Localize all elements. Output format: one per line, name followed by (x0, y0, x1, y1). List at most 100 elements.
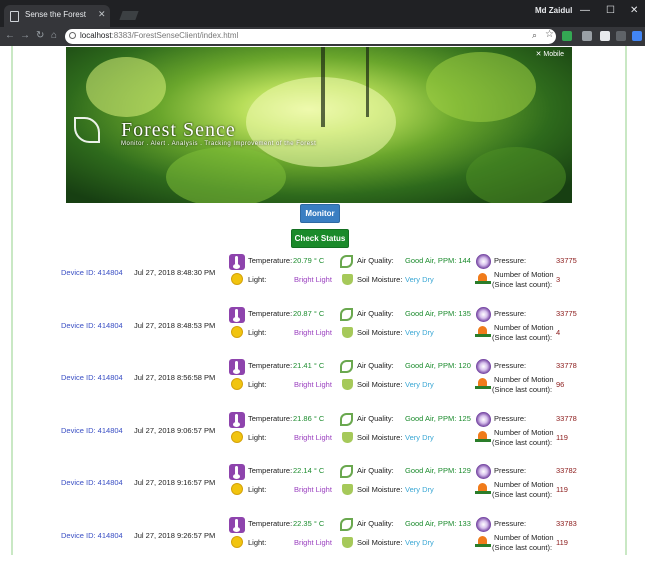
temperature-label: Temperature: (248, 466, 293, 475)
reading-row: Device ID: 414804 Jul 27, 2018 8:48:30 P… (0, 254, 645, 298)
reading-row: Device ID: 414804 Jul 27, 2018 9:16:57 P… (0, 464, 645, 508)
temperature-value: 20.87 ° C (293, 309, 325, 318)
address-bar[interactable]: localhost:8383/ForestSenseClient/index.h… (65, 29, 556, 44)
device-id-link[interactable]: Device ID: 414804 (61, 268, 123, 277)
light-label: Light: (248, 275, 267, 284)
soil-plant-icon (342, 432, 353, 443)
motion-icon (475, 431, 491, 443)
info-icon[interactable] (69, 32, 76, 39)
light-value: Bright Light (294, 328, 332, 337)
pressure-label: Pressure: (494, 256, 527, 265)
soil-moisture-label: Soil Moisture: (357, 328, 403, 337)
pressure-value: 33778 (556, 414, 577, 423)
pressure-value: 33778 (556, 361, 577, 370)
bookmark-star-icon[interactable]: ☆ (545, 29, 554, 40)
device-id-link[interactable]: Device ID: 414804 (61, 531, 123, 540)
motion-icon (475, 326, 491, 338)
thermometer-icon (229, 359, 245, 375)
close-window-icon[interactable]: ✕ (630, 5, 638, 16)
new-tab-button[interactable] (119, 11, 139, 20)
motion-label-line1: Number of Motion (494, 323, 554, 332)
browser-toolbar: ← → ↻ ⌂ localhost:8383/ForestSenseClient… (0, 27, 645, 46)
light-bulb-icon (231, 378, 243, 390)
forward-icon[interactable]: → (20, 30, 30, 41)
temperature-label: Temperature: (248, 414, 293, 423)
tab-close-icon[interactable]: ✕ (98, 9, 106, 20)
motion-label-line1: Number of Motion (494, 428, 554, 437)
search-icon[interactable]: ⌕ (532, 30, 537, 41)
motion-value: 3 (556, 275, 561, 284)
pressure-gauge-icon (476, 412, 491, 427)
pressure-value: 33782 (556, 466, 577, 475)
soil-moisture-value: Very Dry (405, 538, 434, 547)
leaf-icon (340, 518, 353, 531)
device-id-link[interactable]: Device ID: 414804 (61, 373, 123, 382)
device-id-link[interactable]: Device ID: 414804 (61, 478, 123, 487)
light-bulb-icon (231, 536, 243, 548)
light-value: Bright Light (294, 485, 332, 494)
reading-time: Jul 27, 2018 8:56:58 PM (134, 373, 216, 382)
pressure-gauge-icon (476, 254, 491, 269)
reading-row: Device ID: 414804 Jul 27, 2018 9:26:57 P… (0, 517, 645, 561)
air-quality-value: Good Air, PPM: 135 (405, 309, 471, 318)
soil-plant-icon (342, 379, 353, 390)
soil-moisture-label: Soil Moisture: (357, 275, 403, 284)
foliage (166, 147, 286, 203)
motion-label-line1: Number of Motion (494, 533, 554, 542)
device-id-link[interactable]: Device ID: 414804 (61, 426, 123, 435)
check-status-button[interactable]: Check Status (291, 229, 349, 248)
light-bulb-icon (231, 483, 243, 495)
motion-label-line2: (Since last count): (492, 280, 553, 289)
reading-time: Jul 27, 2018 8:48:30 PM (134, 268, 216, 277)
reload-icon[interactable]: ↻ (36, 30, 44, 41)
extension-icon[interactable] (616, 31, 626, 41)
motion-label-line2: (Since last count): (492, 385, 553, 394)
reading-time: Jul 27, 2018 8:48:53 PM (134, 321, 216, 330)
motion-label-line2: (Since last count): (492, 438, 553, 447)
air-quality-value: Good Air, PPM: 125 (405, 414, 471, 423)
leaf-logo-icon (74, 117, 100, 143)
tree-trunk (366, 47, 369, 117)
menu-icon[interactable] (632, 31, 642, 41)
home-icon[interactable]: ⌂ (51, 30, 57, 41)
device-id-link[interactable]: Device ID: 414804 (61, 321, 123, 330)
page-content: Forest Sence Monitor . Alert . Analysis … (0, 46, 645, 555)
air-quality-label: Air Quality: (357, 361, 394, 370)
motion-label-line1: Number of Motion (494, 270, 554, 279)
soil-moisture-label: Soil Moisture: (357, 380, 403, 389)
tab-title: Sense the Forest (25, 10, 86, 19)
motion-label-line1: Number of Motion (494, 375, 554, 384)
reading-row: Device ID: 414804 Jul 27, 2018 8:48:53 P… (0, 307, 645, 351)
air-quality-label: Air Quality: (357, 466, 394, 475)
pressure-value: 33783 (556, 519, 577, 528)
foliage (466, 147, 566, 203)
temperature-value: 20.79 ° C (293, 256, 325, 265)
profile-name[interactable]: Md Zaidul (535, 6, 572, 15)
minimize-icon[interactable]: — (580, 5, 590, 16)
thermometer-icon (229, 412, 245, 428)
leaf-icon (340, 360, 353, 373)
url-text[interactable]: localhost:8383/ForestSenseClient/index.h… (80, 31, 238, 40)
motion-value: 119 (556, 538, 568, 547)
temperature-value: 22.35 ° C (293, 519, 325, 528)
soil-moisture-value: Very Dry (405, 275, 434, 284)
reading-row: Device ID: 414804 Jul 27, 2018 9:06:57 P… (0, 412, 645, 456)
tree-trunk (321, 47, 325, 127)
soil-moisture-value: Very Dry (405, 485, 434, 494)
browser-titlebar: Sense the Forest ✕ Md Zaidul — ☐ ✕ (0, 0, 645, 27)
pressure-label: Pressure: (494, 309, 527, 318)
maximize-icon[interactable]: ☐ (606, 5, 615, 16)
extension-icon[interactable] (582, 31, 592, 41)
thermometer-icon (229, 254, 245, 270)
browser-tab[interactable]: Sense the Forest ✕ (4, 5, 110, 27)
temperature-label: Temperature: (248, 361, 293, 370)
back-icon[interactable]: ← (5, 30, 15, 41)
light-label: Light: (248, 433, 267, 442)
pressure-label: Pressure: (494, 519, 527, 528)
foliage (86, 57, 166, 117)
soil-plant-icon (342, 484, 353, 495)
monitor-button[interactable]: Monitor (300, 204, 340, 223)
extension-icon[interactable] (562, 31, 572, 41)
reading-row: Device ID: 414804 Jul 27, 2018 8:56:58 P… (0, 359, 645, 403)
extension-icon[interactable] (600, 31, 610, 41)
